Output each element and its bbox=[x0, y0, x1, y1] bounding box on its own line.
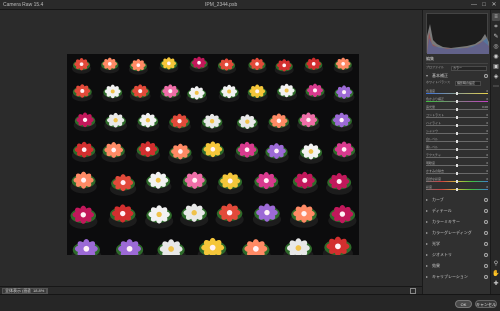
sampler-icon[interactable]: ✚ bbox=[492, 280, 500, 288]
section-label: カーブ bbox=[432, 197, 444, 202]
section-header[interactable]: ▸ ジオメトリ bbox=[426, 252, 488, 258]
slider-row[interactable]: 黒レベル 0 bbox=[426, 145, 488, 151]
slider-knob[interactable] bbox=[456, 92, 458, 95]
flower-photo bbox=[67, 54, 359, 255]
section-label: 効果 bbox=[432, 263, 440, 268]
panel-divider bbox=[426, 63, 488, 64]
mask-icon[interactable]: ◎ bbox=[492, 43, 500, 51]
eye-icon[interactable] bbox=[484, 209, 488, 213]
histogram bbox=[426, 13, 489, 54]
slider-knob[interactable] bbox=[456, 132, 458, 135]
slider-row[interactable]: 色かぶり補正 0 bbox=[426, 97, 488, 103]
section-header[interactable]: ▸ 光学 bbox=[426, 241, 488, 247]
slider-row[interactable]: テクスチャ 0 bbox=[426, 153, 488, 159]
section-header[interactable]: ▸ カラーグレーディング bbox=[426, 230, 488, 236]
status-bar: 全体表示 (画面サイズ) 18.8% bbox=[0, 286, 422, 294]
profile-select[interactable]: カラー bbox=[451, 66, 487, 71]
slider-knob[interactable] bbox=[456, 180, 458, 183]
eye-icon[interactable] bbox=[484, 74, 488, 78]
slider-knob[interactable] bbox=[456, 164, 458, 167]
slider-knob[interactable] bbox=[456, 156, 458, 159]
section-label: カラーミキサー bbox=[432, 219, 460, 224]
slider-row[interactable]: 明瞭度 0 bbox=[426, 161, 488, 167]
slider-knob[interactable] bbox=[456, 148, 458, 151]
minimize-button[interactable]: — bbox=[470, 1, 478, 9]
cancel-button[interactable]: キャンセル bbox=[475, 300, 497, 308]
slider-knob[interactable] bbox=[456, 140, 458, 143]
window-title-bar: Camera Raw 15.4 IPM_2344.psb — □ ✕ bbox=[0, 0, 500, 10]
preview-canvas[interactable] bbox=[0, 10, 422, 286]
slider-row[interactable]: 露光量 0.00 bbox=[426, 105, 488, 111]
slider-knob[interactable] bbox=[456, 100, 458, 103]
ok-button[interactable]: OK bbox=[455, 300, 472, 308]
hand-icon[interactable]: ✋ bbox=[492, 270, 500, 278]
chevron-right-icon: ▸ bbox=[426, 197, 429, 202]
chevron-right-icon: ▸ bbox=[426, 263, 429, 268]
document-title: IPM_2344.psb bbox=[205, 2, 238, 8]
slider-row[interactable]: 彩度 0 bbox=[426, 185, 488, 191]
eye-icon[interactable] bbox=[484, 264, 488, 268]
close-button[interactable]: ✕ bbox=[490, 1, 498, 9]
slider-row[interactable]: コントラスト 0 bbox=[426, 113, 488, 119]
section-basic[interactable]: ▾ 基本補正 bbox=[426, 73, 488, 79]
edit-panel: 編集 プロファイル カラー ▾ 基本補正 ホワイトバランス 撮影時の設定 色温度… bbox=[422, 10, 490, 294]
slider-row[interactable]: シャドウ 0 bbox=[426, 129, 488, 135]
presets-icon[interactable]: ◈ bbox=[492, 73, 500, 81]
tab-edit[interactable]: 編集 bbox=[426, 56, 488, 62]
slider-knob[interactable] bbox=[456, 116, 458, 119]
chevron-right-icon: ▸ bbox=[426, 241, 429, 246]
more-icon[interactable]: ⋯ bbox=[492, 83, 500, 91]
chevron-down-icon: ▾ bbox=[426, 73, 429, 78]
slider-knob[interactable] bbox=[456, 172, 458, 175]
chevron-right-icon: ▸ bbox=[426, 208, 429, 213]
eye-icon[interactable] bbox=[484, 242, 488, 246]
eye-icon[interactable] bbox=[484, 275, 488, 279]
white-balance-select[interactable]: 撮影時の設定 bbox=[455, 81, 481, 86]
eye-icon[interactable] bbox=[484, 231, 488, 235]
eye-icon[interactable] bbox=[484, 253, 488, 257]
eye-icon[interactable] bbox=[484, 220, 488, 224]
chevron-right-icon: ▸ bbox=[426, 219, 429, 224]
section-header[interactable]: ▸ キャリブレーション bbox=[426, 274, 488, 280]
section-label: ジオメトリ bbox=[432, 252, 452, 257]
section-header[interactable]: ▸ カーブ bbox=[426, 197, 488, 203]
zoom-icon[interactable]: ⚲ bbox=[492, 260, 500, 268]
slider-knob[interactable] bbox=[456, 188, 458, 191]
section-label: キャリブレーション bbox=[432, 274, 468, 279]
chevron-right-icon: ▸ bbox=[426, 252, 429, 257]
preview-image bbox=[67, 54, 359, 255]
section-label: ディテール bbox=[432, 208, 452, 213]
section-header[interactable]: ▸ 効果 bbox=[426, 263, 488, 269]
crop-icon[interactable]: ⌗ bbox=[492, 23, 500, 31]
slider-row[interactable]: ハイライト 0 bbox=[426, 121, 488, 127]
section-label: 光学 bbox=[432, 241, 440, 246]
slider-row[interactable]: かすみの除去 0 bbox=[426, 169, 488, 175]
tool-strip: ≡ ⌗ ✎ ◎ ◉ ▣ ◈ ⋯ ⚲ ✋ ✚ bbox=[490, 10, 500, 294]
chevron-right-icon: ▸ bbox=[426, 274, 429, 279]
slider-row[interactable]: 白レベル 0 bbox=[426, 137, 488, 143]
section-label: カラーグレーディング bbox=[432, 230, 472, 235]
snapshot-icon[interactable]: ▣ bbox=[492, 63, 500, 71]
histogram-graph bbox=[427, 24, 489, 54]
slider-row[interactable]: 色温度 0 bbox=[426, 89, 488, 95]
slider-knob[interactable] bbox=[456, 124, 458, 127]
heal-icon[interactable]: ✎ bbox=[492, 33, 500, 41]
slider-knob[interactable] bbox=[456, 108, 458, 111]
maximize-button[interactable]: □ bbox=[480, 1, 488, 9]
section-header[interactable]: ▸ ディテール bbox=[426, 208, 488, 214]
chevron-right-icon: ▸ bbox=[426, 230, 429, 235]
slider-row[interactable]: 自然な彩度 0 bbox=[426, 177, 488, 183]
app-title: Camera Raw 15.4 bbox=[3, 2, 44, 8]
redeye-icon[interactable]: ◉ bbox=[492, 53, 500, 61]
bottom-bar: OK キャンセル bbox=[0, 294, 500, 311]
edit-icon[interactable]: ≡ bbox=[492, 13, 500, 21]
eye-icon[interactable] bbox=[484, 198, 488, 202]
section-header[interactable]: ▸ カラーミキサー bbox=[426, 219, 488, 225]
